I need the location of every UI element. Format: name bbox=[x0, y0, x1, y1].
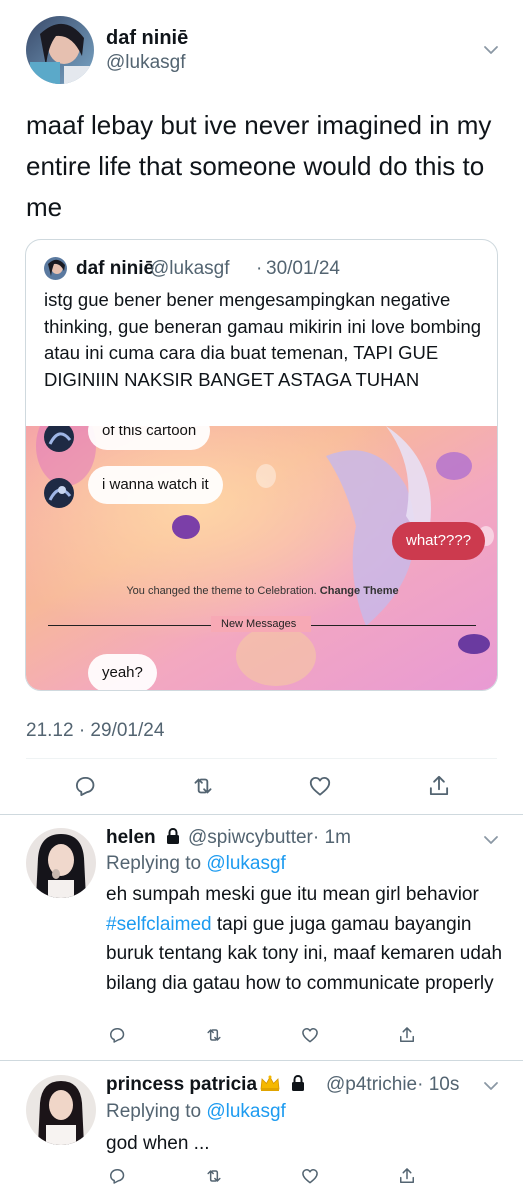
replying-label: Replying to bbox=[106, 853, 202, 874]
reply-time: · 1m bbox=[312, 827, 351, 848]
heart-icon[interactable] bbox=[307, 773, 333, 799]
replying-to: Replying to @lukasgf bbox=[106, 853, 286, 875]
replying-to: Replying to @lukasgf bbox=[106, 1101, 286, 1123]
avatar bbox=[44, 257, 67, 280]
chat-bubble: yeah? bbox=[88, 654, 157, 690]
avatar[interactable] bbox=[26, 16, 94, 84]
reply-author[interactable]: helen bbox=[106, 827, 181, 849]
crown-icon bbox=[259, 1074, 281, 1092]
quoted-tweet[interactable]: daf niniē @lukasgf · 30/01/24 istg gue b… bbox=[25, 239, 498, 691]
reply-text: god when ... bbox=[106, 1133, 210, 1154]
chat-bubble-sent: what???? bbox=[392, 522, 486, 560]
reply-icon[interactable] bbox=[107, 1025, 127, 1045]
reply-author[interactable]: princess patricia bbox=[106, 1074, 306, 1096]
reply-tweet[interactable]: princess patricia @p4trichie· 10s Replyi… bbox=[0, 1061, 523, 1200]
reply-text-part: eh sumpah meski gue itu mean girl behavi… bbox=[106, 884, 479, 905]
reply-time: · 10s bbox=[417, 1074, 460, 1095]
retweet-icon[interactable] bbox=[204, 1025, 224, 1045]
mention-link[interactable]: @lukasgf bbox=[206, 853, 286, 874]
chevron-down-icon[interactable] bbox=[482, 1077, 500, 1095]
chevron-down-icon[interactable] bbox=[482, 41, 500, 59]
display-name: princess patricia bbox=[106, 1074, 258, 1095]
theme-notice-text: You changed the theme to Celebration. bbox=[126, 585, 317, 597]
tweet-text: maaf lebay but ive never imagined in my … bbox=[26, 110, 492, 222]
reply-icon[interactable] bbox=[72, 773, 98, 799]
quoted-date: 30/01/24 bbox=[266, 258, 340, 279]
quoted-handle: @lukasgf bbox=[150, 258, 230, 279]
hashtag-link[interactable]: #selfclaimed bbox=[106, 914, 212, 935]
retweet-icon[interactable] bbox=[204, 1166, 224, 1186]
share-icon[interactable] bbox=[397, 1025, 417, 1045]
lock-icon bbox=[165, 827, 181, 845]
quoted-media-image[interactable]: of this cartoon i wanna watch it what???… bbox=[26, 426, 497, 690]
reply-tweet[interactable]: helen @spiwcybutter· 1m Replying to @luk… bbox=[0, 815, 523, 1060]
chat-avatar bbox=[44, 478, 74, 508]
handle-text: @p4trichie bbox=[326, 1074, 418, 1095]
quoted-display-name: daf niniē bbox=[76, 258, 155, 279]
mention-link[interactable]: @lukasgf bbox=[206, 1101, 286, 1122]
replying-label: Replying to bbox=[106, 1101, 202, 1122]
retweet-icon[interactable] bbox=[190, 773, 216, 799]
chat-bubble: of this cartoon bbox=[88, 426, 211, 450]
share-icon[interactable] bbox=[397, 1166, 417, 1186]
chat-bubble: i wanna watch it bbox=[88, 466, 223, 504]
lock-icon bbox=[290, 1074, 306, 1092]
handle-text: @spiwcybutter bbox=[188, 827, 313, 848]
display-name[interactable]: daf niniē bbox=[106, 27, 188, 50]
handle[interactable]: @lukasgf bbox=[106, 52, 186, 74]
separator-dot: · bbox=[256, 258, 263, 279]
avatar[interactable] bbox=[26, 828, 96, 898]
heart-icon[interactable] bbox=[300, 1025, 320, 1045]
heart-icon[interactable] bbox=[300, 1166, 320, 1186]
display-name: helen bbox=[106, 827, 156, 848]
quoted-text: istg gue bener bener mengesampingkan neg… bbox=[44, 289, 482, 390]
handle[interactable]: @spiwcybutter· 1m bbox=[188, 827, 351, 849]
handle[interactable]: @p4trichie· 10s bbox=[326, 1074, 459, 1096]
reply-text: eh sumpah meski gue itu mean girl behavi… bbox=[106, 880, 506, 998]
avatar[interactable] bbox=[26, 1075, 96, 1145]
reply-icon[interactable] bbox=[107, 1166, 127, 1186]
new-messages-label: New Messages bbox=[221, 618, 297, 630]
divider bbox=[26, 758, 497, 759]
share-icon[interactable] bbox=[426, 773, 452, 799]
theme-notice: You changed the theme to Celebration. Ch… bbox=[26, 585, 497, 597]
change-theme-link: Change Theme bbox=[319, 585, 399, 597]
chevron-down-icon[interactable] bbox=[482, 831, 500, 849]
tweet-timestamp[interactable]: 21.12 · 29/01/24 bbox=[26, 720, 164, 742]
